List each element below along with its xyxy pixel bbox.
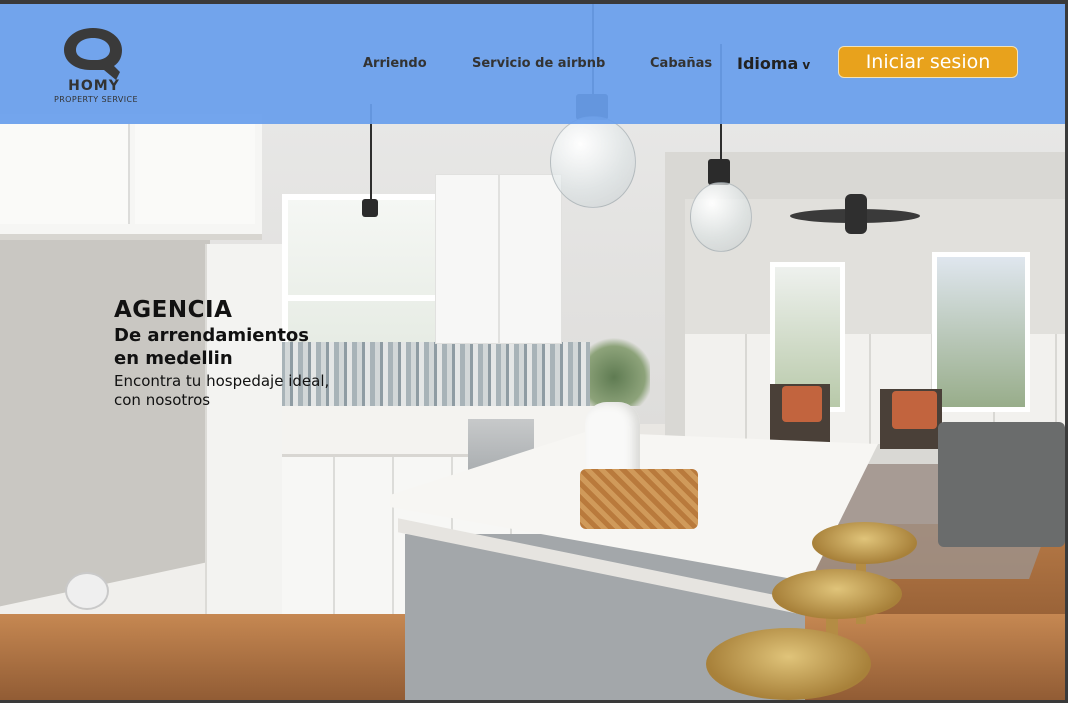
login-button[interactable]: Iniciar sesion — [838, 46, 1018, 78]
wicker-basket — [580, 469, 698, 529]
bar-stool — [812, 522, 917, 564]
nav-link-arriendo[interactable]: Arriendo — [363, 56, 427, 71]
top-navigation-bar: HOMY PROPERTY SERVICE Arriendo Servicio … — [0, 4, 1065, 124]
hero-description-line-1: Encontra tu hospedaje ideal, — [114, 372, 330, 390]
nav-link-cabanas[interactable]: Cabañas — [650, 56, 712, 71]
hero-title: AGENCIA — [114, 297, 233, 323]
pillow-left — [782, 386, 822, 422]
brand-name: HOMY — [68, 78, 120, 94]
pillow-right — [892, 391, 937, 429]
cabinet-door — [0, 124, 130, 224]
pendant-bulb — [550, 116, 636, 208]
hero-subtitle-line-2: en medellin — [114, 348, 233, 369]
ceiling-fan-body — [845, 194, 867, 234]
brand-tagline: PROPERTY SERVICE — [54, 95, 138, 104]
page-frame: HOMY PROPERTY SERVICE Arriendo Servicio … — [0, 4, 1065, 700]
sofa — [938, 422, 1065, 547]
hero-subtitle-line-1: De arrendamientos — [114, 325, 310, 346]
homy-logo-icon — [64, 28, 122, 80]
cabinet-door — [135, 124, 255, 224]
pendant-socket — [362, 199, 378, 217]
plant — [590, 334, 650, 406]
hero-description-line-2: con nosotros — [114, 391, 211, 409]
floor-outlet — [65, 572, 109, 610]
living-window-right — [932, 252, 1030, 412]
language-dropdown[interactable]: Idioma v — [737, 54, 810, 73]
bar-stool — [772, 569, 902, 619]
pendant-bulb — [690, 182, 752, 252]
language-dropdown-label: Idioma — [737, 54, 799, 73]
chevron-down-icon: v — [802, 58, 811, 72]
upper-cabinet — [435, 174, 562, 344]
nav-link-airbnb-service[interactable]: Servicio de airbnb — [472, 56, 605, 71]
bar-stool — [706, 628, 871, 700]
brand-logo[interactable]: HOMY PROPERTY SERVICE — [44, 22, 148, 108]
hero-text: AGENCIA De arrendamientos en medellin En… — [114, 296, 329, 410]
